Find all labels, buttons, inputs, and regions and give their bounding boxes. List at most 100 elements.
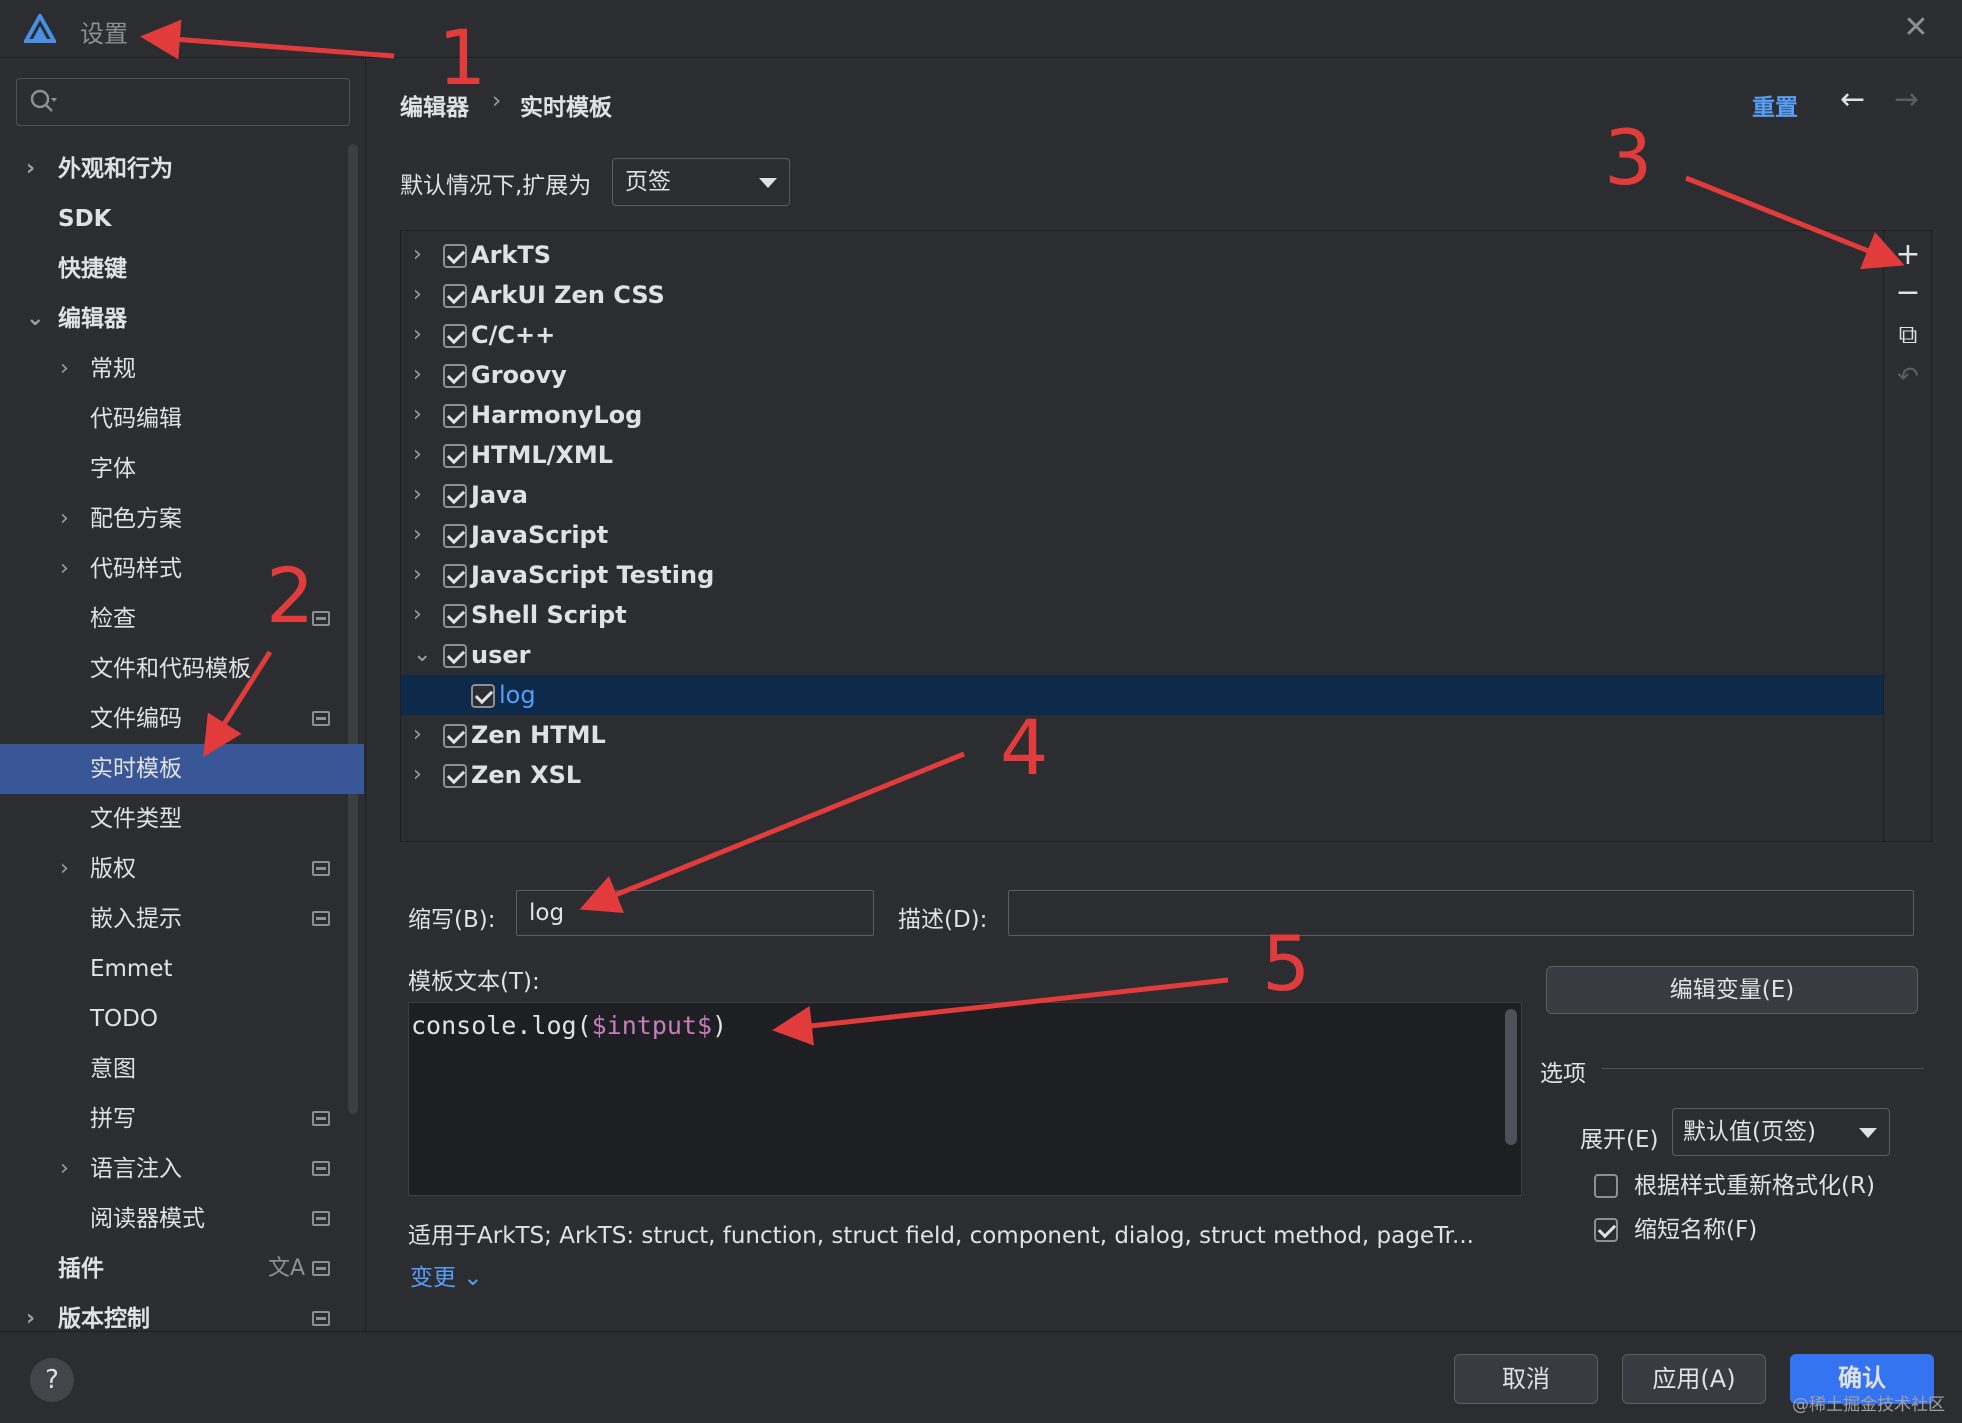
sidebar-item-code-editing[interactable]: 代码编辑 — [0, 394, 364, 444]
sidebar-item-intentions[interactable]: 意图 — [0, 1044, 364, 1094]
chevron-right-icon[interactable]: › — [413, 355, 422, 395]
sidebar-item-inspections[interactable]: 检查 — [0, 594, 364, 644]
tree-row-label: user — [471, 641, 531, 669]
tree-row-harmonylog[interactable]: › HarmonyLog — [401, 395, 1883, 435]
tree-row-label: Java — [471, 481, 528, 509]
sidebar-item-file-templates[interactable]: 文件和代码模板 — [0, 644, 364, 694]
tree-row-cpp[interactable]: › C/C++ — [401, 315, 1883, 355]
sidebar-item-color-scheme[interactable]: › 配色方案 — [0, 494, 364, 544]
chevron-right-icon[interactable]: › — [413, 275, 422, 315]
tree-row-arkts[interactable]: › ArkTS — [401, 235, 1883, 275]
project-scope-icon — [312, 1261, 330, 1276]
tree-row-user[interactable]: ⌄ user — [401, 635, 1883, 675]
group-checkbox[interactable] — [443, 564, 467, 588]
sidebar-item-keymap[interactable]: 快捷键 — [0, 244, 364, 294]
expand-by-default-value: 页签 — [625, 169, 671, 195]
chevron-right-icon[interactable]: › — [413, 555, 422, 595]
sidebar-item-label: 文件和代码模板 — [90, 656, 251, 682]
group-checkbox[interactable] — [443, 284, 467, 308]
reset-link[interactable]: 重置 — [1752, 88, 1798, 122]
group-checkbox[interactable] — [443, 404, 467, 428]
group-checkbox[interactable] — [443, 764, 467, 788]
chevron-down-icon[interactable]: ⌄ — [413, 635, 431, 675]
sidebar-item-reader-mode[interactable]: 阅读器模式 — [0, 1194, 364, 1244]
group-checkbox[interactable] — [443, 524, 467, 548]
sidebar-item-emmet[interactable]: Emmet — [0, 944, 364, 994]
chevron-right-icon[interactable]: › — [413, 235, 422, 275]
sidebar-item-plugins[interactable]: 插件 — [0, 1244, 364, 1294]
sidebar-item-todo[interactable]: TODO — [0, 994, 364, 1044]
sidebar-item-general[interactable]: › 常规 — [0, 344, 364, 394]
reformat-checkbox[interactable] — [1594, 1174, 1618, 1198]
tree-row-html-xml[interactable]: › HTML/XML — [401, 435, 1883, 475]
group-checkbox[interactable] — [443, 324, 467, 348]
chevron-right-icon[interactable]: › — [413, 595, 422, 635]
forward-arrow-icon[interactable]: → — [1894, 82, 1919, 117]
cancel-button[interactable]: 取消 — [1454, 1354, 1598, 1404]
group-checkbox[interactable] — [443, 444, 467, 468]
sidebar-item-font[interactable]: 字体 — [0, 444, 364, 494]
template-code[interactable]: console.log($intput$) — [411, 1011, 727, 1040]
sidebar-item-label: 检查 — [90, 606, 136, 632]
sidebar-item-spelling[interactable]: 拼写 — [0, 1094, 364, 1144]
chevron-right-icon[interactable]: › — [413, 515, 422, 555]
tree-row-javascript[interactable]: › JavaScript — [401, 515, 1883, 555]
group-checkbox[interactable] — [443, 604, 467, 628]
tree-row-groovy[interactable]: › Groovy — [401, 355, 1883, 395]
chevron-right-icon[interactable]: › — [413, 395, 422, 435]
back-arrow-icon[interactable]: ← — [1840, 82, 1865, 117]
group-checkbox[interactable] — [443, 244, 467, 268]
abbreviation-input[interactable]: log — [516, 890, 874, 936]
group-checkbox[interactable] — [443, 484, 467, 508]
edit-variables-button[interactable]: 编辑变量(E) — [1546, 966, 1918, 1014]
chevron-right-icon[interactable]: › — [413, 475, 422, 515]
sidebar-item-appearance[interactable]: › 外观和行为 — [0, 144, 364, 194]
template-text-editor[interactable]: console.log($intput$) — [408, 1002, 1522, 1196]
group-checkbox[interactable] — [443, 644, 467, 668]
add-template-button[interactable]: + — [1894, 240, 1922, 270]
sidebar-item-inlay-hints[interactable]: 嵌入提示 — [0, 894, 364, 944]
tree-row-shell-script[interactable]: › Shell Script — [401, 595, 1883, 635]
expand-with-select[interactable]: 默认值(页签) — [1672, 1108, 1890, 1156]
sidebar-item-label: 版权 — [90, 856, 136, 882]
remove-template-button[interactable]: − — [1894, 278, 1922, 308]
tree-row-zen-xsl[interactable]: › Zen XSL — [401, 755, 1883, 795]
shorten-names-checkbox[interactable] — [1594, 1218, 1618, 1242]
sidebar-item-file-types[interactable]: 文件类型 — [0, 794, 364, 844]
group-checkbox[interactable] — [443, 364, 467, 388]
expand-by-default-select[interactable]: 页签 — [612, 158, 790, 206]
change-contexts-link[interactable]: 变更 ⌄ — [410, 1258, 483, 1292]
sidebar-item-file-encodings[interactable]: 文件编码 — [0, 694, 364, 744]
tree-row-arkui-zen-css[interactable]: › ArkUI Zen CSS — [401, 275, 1883, 315]
chevron-right-icon[interactable]: › — [413, 435, 422, 475]
chevron-right-icon[interactable]: › — [413, 715, 422, 755]
annotation-number-3: 3 — [1604, 113, 1652, 202]
template-tree-panel: › ArkTS › ArkUI Zen CSS › C/C++ › Groovy… — [400, 230, 1932, 842]
help-button[interactable]: ? — [30, 1358, 74, 1402]
group-checkbox[interactable] — [443, 724, 467, 748]
apply-button[interactable]: 应用(A) — [1622, 1354, 1766, 1404]
description-input[interactable] — [1008, 890, 1914, 936]
template-checkbox[interactable] — [471, 684, 495, 708]
dropdown-caret-icon — [759, 178, 777, 188]
sidebar-item-editor[interactable]: ⌄ 编辑器 — [0, 294, 364, 344]
sidebar-item-live-templates[interactable]: 实时模板 — [0, 744, 364, 794]
settings-search-input[interactable] — [16, 78, 350, 126]
sidebar-item-code-style[interactable]: › 代码样式 — [0, 544, 364, 594]
sidebar-item-sdk[interactable]: SDK — [0, 194, 364, 244]
tree-row-java[interactable]: › Java — [401, 475, 1883, 515]
editor-scrollbar[interactable] — [1505, 1009, 1517, 1145]
chevron-right-icon[interactable]: › — [413, 315, 422, 355]
sidebar-item-label: 插件 — [58, 1256, 104, 1282]
breadcrumb-editor[interactable]: 编辑器 — [400, 88, 469, 122]
sidebar-item-language-injections[interactable]: › 语言注入 — [0, 1144, 364, 1194]
revert-template-button[interactable]: ↶ — [1894, 363, 1922, 391]
close-button[interactable]: ✕ — [1900, 12, 1932, 44]
tree-row-log[interactable]: log — [401, 675, 1883, 715]
tree-row-zen-html[interactable]: › Zen HTML — [401, 715, 1883, 755]
sidebar-item-label: 常规 — [90, 356, 136, 382]
sidebar-item-copyright[interactable]: › 版权 — [0, 844, 364, 894]
chevron-right-icon[interactable]: › — [413, 755, 422, 795]
copy-template-button[interactable]: ⧉ — [1894, 321, 1922, 349]
tree-row-javascript-testing[interactable]: › JavaScript Testing — [401, 555, 1883, 595]
